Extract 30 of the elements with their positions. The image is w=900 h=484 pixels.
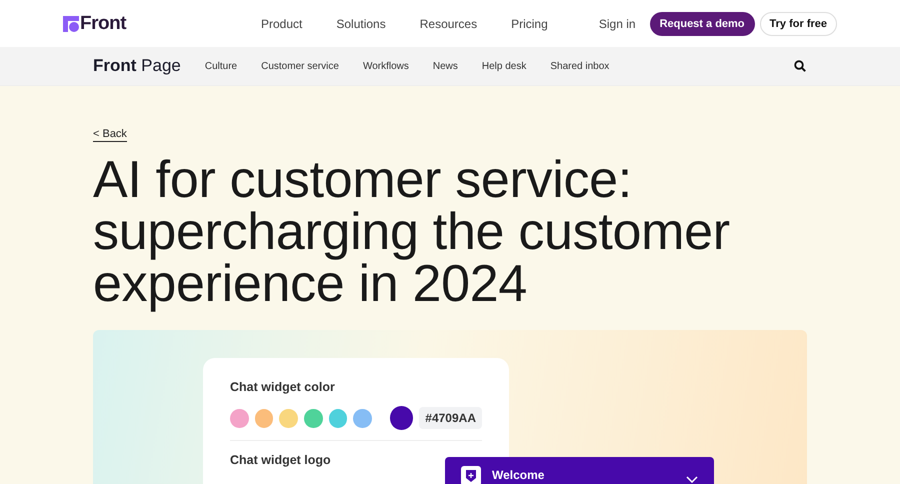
- logo-icon: [63, 16, 79, 32]
- category-link[interactable]: Shared inbox: [550, 60, 610, 72]
- section-label: Chat widget color: [230, 380, 336, 394]
- try-free-button[interactable]: Try for free: [760, 12, 837, 36]
- sign-in-link[interactable]: Sign in: [598, 16, 636, 30]
- category-link[interactable]: Help desk: [482, 60, 526, 72]
- article-headline: AI for customer service: supercharging the customer experience in 2024: [93, 154, 731, 310]
- color-swatch[interactable]: [230, 408, 249, 428]
- logo-text[interactable]: Front: [80, 12, 126, 34]
- nav-link[interactable]: Solutions: [336, 16, 386, 30]
- chevron-down-icon[interactable]: [686, 476, 698, 483]
- color-swatch[interactable]: [254, 408, 274, 428]
- nav-link[interactable]: Resources: [420, 16, 478, 30]
- color-swatch[interactable]: [390, 406, 414, 430]
- category-link[interactable]: Culture: [204, 60, 238, 72]
- color-swatch[interactable]: [353, 408, 372, 428]
- category-link[interactable]: Workflows: [362, 60, 409, 72]
- category-link[interactable]: News: [432, 60, 458, 72]
- category-link[interactable]: Customer service: [261, 60, 339, 72]
- color-swatch[interactable]: [279, 408, 298, 428]
- request-demo-button[interactable]: Request a demo: [650, 12, 755, 36]
- back-link[interactable]: < Back: [93, 128, 127, 142]
- search-icon[interactable]: [794, 60, 806, 72]
- nav-link[interactable]: Pricing: [511, 16, 548, 30]
- widget-title: Welcome: [492, 468, 544, 482]
- hex-value-field[interactable]: #4709AA: [419, 407, 482, 429]
- front-page-logo[interactable]: Front Page: [93, 56, 181, 76]
- nav-link[interactable]: Product: [261, 16, 302, 30]
- color-swatch[interactable]: [328, 408, 348, 428]
- color-swatch[interactable]: [304, 408, 322, 428]
